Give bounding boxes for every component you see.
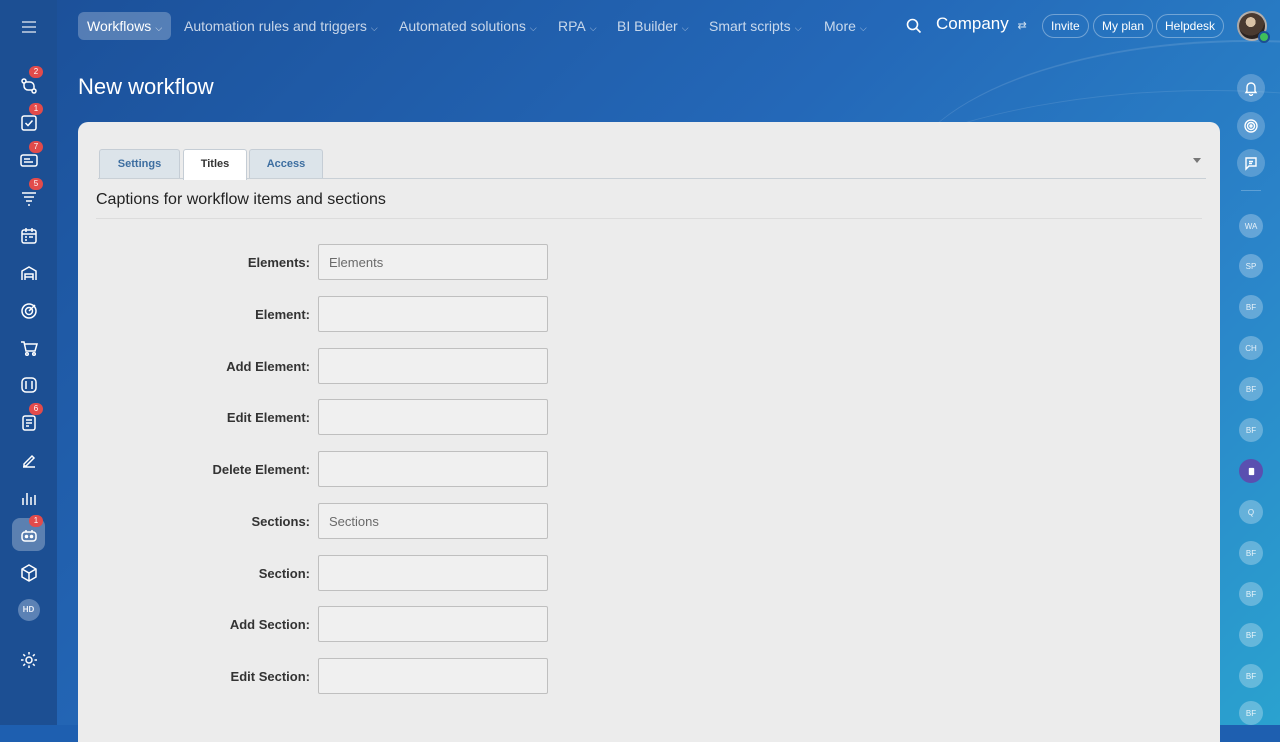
menu-icon[interactable]	[12, 10, 45, 43]
contact-avatar[interactable]: BF	[1239, 418, 1263, 442]
field-label: Section:	[258, 566, 310, 581]
caption-input[interactable]	[318, 503, 548, 539]
top-navigation: Workflows ⌵ Automation rules and triggers…	[57, 0, 1280, 52]
caption-input[interactable]	[318, 606, 548, 642]
notification-badge: 6	[29, 403, 43, 415]
online-status-icon	[1258, 31, 1270, 43]
sidebar-item-crm[interactable]: 5	[12, 178, 45, 214]
contact-avatar[interactable]: Q	[1239, 500, 1263, 524]
section-divider	[96, 218, 1202, 219]
chevron-down-icon: ⌵	[529, 23, 537, 33]
contact-avatar[interactable]: BF	[1239, 582, 1263, 606]
sidebar-item-feed[interactable]: 2	[12, 66, 45, 102]
contact-avatar[interactable]: BF	[1239, 664, 1263, 688]
my-plan-button[interactable]: My plan	[1093, 14, 1154, 38]
contact-avatar[interactable]: BF	[1239, 623, 1263, 647]
contact-avatar[interactable]: SP	[1239, 254, 1263, 278]
field-label: Delete Element:	[212, 462, 310, 477]
notification-badge: 2	[29, 66, 43, 78]
copilot-icon[interactable]	[1237, 112, 1265, 140]
sidebar-item-automation[interactable]: 1	[12, 515, 45, 551]
sidebar-item-chat[interactable]: 7	[12, 141, 45, 177]
chevron-down-icon: ⌵	[589, 23, 597, 33]
company-name[interactable]: Company ⇄	[936, 14, 1027, 34]
tab-access[interactable]: Access	[249, 149, 323, 178]
invite-button[interactable]: Invite	[1042, 14, 1089, 38]
nav-item-more[interactable]: More ⌵	[824, 12, 867, 40]
chevron-down-icon: ⌵	[859, 23, 867, 33]
helpdesk-button[interactable]: Helpdesk	[1156, 14, 1225, 38]
chevron-down-icon: ⌵	[155, 23, 163, 33]
section-title: Captions for workflow items and sections	[96, 191, 386, 208]
collapse-arrow-icon[interactable]	[1193, 158, 1201, 163]
contact-avatar[interactable]: BF	[1239, 701, 1263, 725]
sidebar-item-market[interactable]	[12, 556, 45, 589]
user-avatar: HD	[17, 598, 40, 621]
nav-item-automation-rules[interactable]: Automation rules and triggers ⌵	[184, 12, 378, 40]
contact-avatar[interactable]	[1239, 459, 1263, 483]
page-title: New workflow	[78, 74, 214, 99]
contact-avatar[interactable]: BF	[1239, 377, 1263, 401]
sidebar-item-tasks[interactable]: 1	[12, 103, 45, 139]
field-label: Add Section:	[229, 617, 310, 632]
caption-input[interactable]	[318, 348, 548, 384]
bell-icon[interactable]	[1237, 74, 1265, 102]
field-label: Elements:	[247, 255, 310, 270]
sidebar-item-user[interactable]: HD	[12, 593, 45, 626]
field-label: Edit Section:	[230, 669, 310, 684]
settings-gear-icon[interactable]	[12, 643, 45, 676]
sliders-icon[interactable]: ⇄	[1018, 20, 1027, 32]
chevron-down-icon: ⌵	[681, 23, 689, 33]
notification-badge: 7	[29, 141, 43, 153]
caption-input[interactable]	[318, 658, 548, 694]
nav-item-automated-solutions[interactable]: Automated solutions ⌵	[399, 12, 537, 40]
sidebar-item-sign[interactable]	[12, 444, 45, 477]
notification-badge: 1	[29, 103, 43, 115]
sidebar-item-store[interactable]	[12, 256, 45, 289]
tabs-divider	[98, 178, 1206, 179]
tab-settings[interactable]: Settings	[99, 149, 180, 178]
caption-input[interactable]	[318, 451, 548, 487]
sidebar-item-sites[interactable]	[12, 368, 45, 401]
caption-input[interactable]	[318, 296, 548, 332]
caption-input[interactable]	[318, 399, 548, 435]
chevron-down-icon: ⌵	[370, 23, 378, 33]
caption-input[interactable]	[318, 555, 548, 591]
tab-titles[interactable]: Titles	[183, 149, 247, 180]
sidebar-item-analytics[interactable]	[12, 481, 45, 514]
field-label: Element:	[255, 307, 310, 322]
sidebar-item-calendar[interactable]	[12, 219, 45, 252]
contact-avatar[interactable]: BF	[1239, 295, 1263, 319]
field-label: Sections:	[251, 514, 310, 529]
field-label: Edit Element:	[226, 410, 310, 425]
rail-divider	[1241, 190, 1261, 191]
sidebar-item-cart[interactable]	[12, 331, 45, 364]
search-icon[interactable]	[905, 17, 923, 35]
caption-input[interactable]	[318, 244, 548, 280]
left-sidebar: 2 1 7 5 6 1 HD	[0, 0, 57, 725]
field-label: Add Element:	[226, 359, 310, 374]
notification-badge: 5	[29, 178, 43, 190]
nav-item-bi-builder[interactable]: BI Builder ⌵	[617, 12, 689, 40]
sidebar-item-sales[interactable]	[12, 294, 45, 327]
nav-item-smart-scripts[interactable]: Smart scripts ⌵	[709, 12, 802, 40]
messages-icon[interactable]	[1237, 149, 1265, 177]
contact-avatar[interactable]: CH	[1239, 336, 1263, 360]
contact-avatar[interactable]: BF	[1239, 541, 1263, 565]
chevron-down-icon: ⌵	[794, 23, 802, 33]
notification-badge: 1	[29, 515, 43, 527]
workflow-form-panel	[78, 122, 1220, 742]
sidebar-item-documents[interactable]: 6	[12, 403, 45, 439]
nav-item-workflows[interactable]: Workflows ⌵	[78, 12, 172, 40]
contact-avatar[interactable]: WA	[1239, 214, 1263, 238]
nav-item-rpa[interactable]: RPA ⌵	[558, 12, 597, 40]
